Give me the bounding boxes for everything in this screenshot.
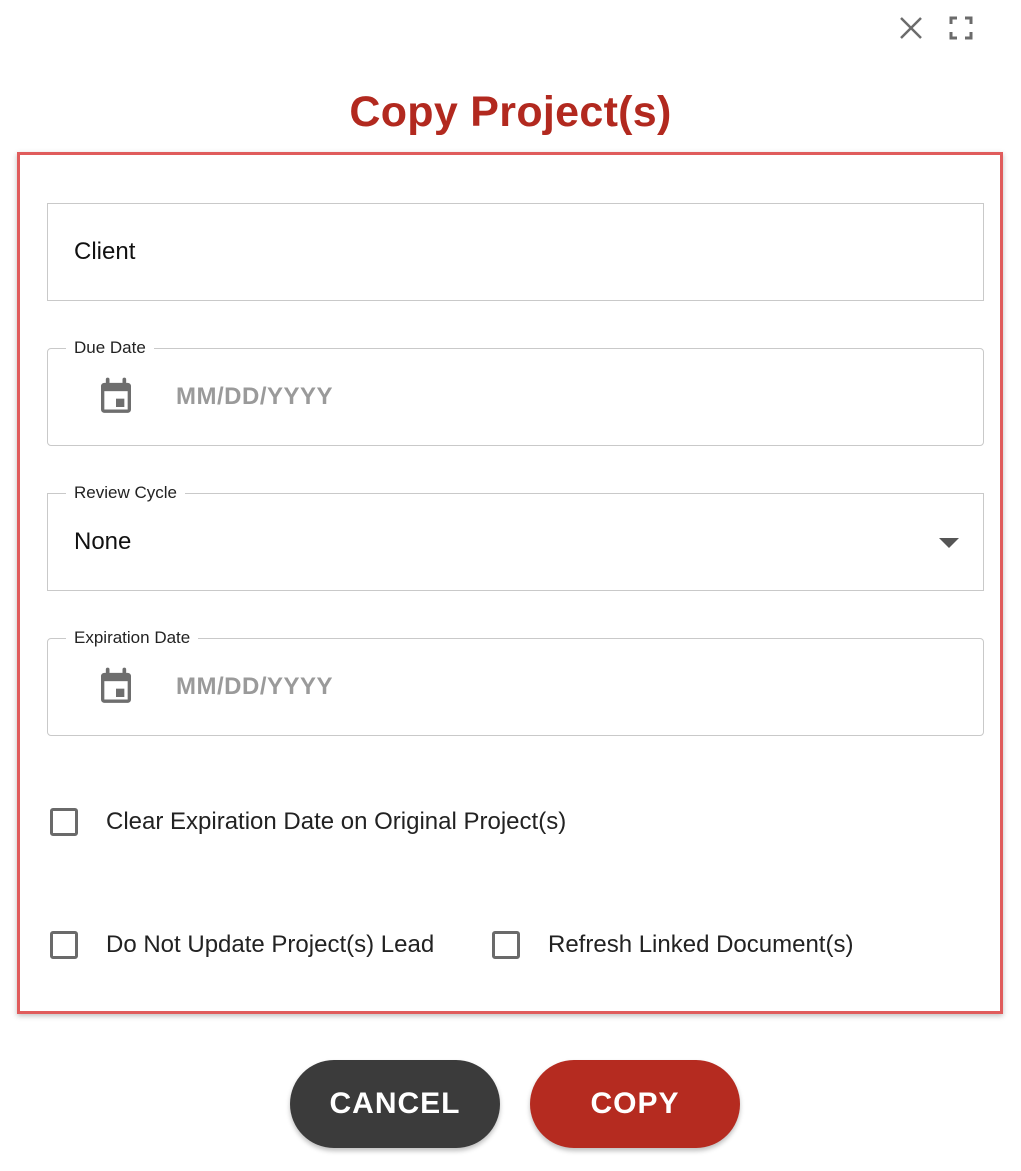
review-cycle-value: None [74, 528, 132, 555]
chevron-down-icon[interactable] [939, 538, 959, 548]
calendar-icon[interactable] [96, 377, 136, 417]
clear-expiration-label: Clear Expiration Date on Original Projec… [106, 808, 567, 835]
copy-button[interactable]: COPY [530, 1060, 740, 1148]
do-not-update-lead-label: Do Not Update Project(s) Lead [106, 931, 435, 958]
due-date-field[interactable]: Due Date [47, 338, 984, 446]
close-icon [900, 17, 922, 39]
fullscreen-icon [949, 16, 973, 40]
do-not-update-lead-checkbox[interactable] [50, 931, 78, 959]
refresh-linked-checkbox[interactable] [492, 931, 520, 959]
clear-expiration-checkbox[interactable] [50, 808, 78, 836]
refresh-linked-option[interactable]: Refresh Linked Document(s) [492, 931, 853, 959]
client-field[interactable]: Client [47, 203, 984, 301]
expiration-date-input[interactable] [176, 639, 576, 735]
due-date-label: Due Date [66, 338, 154, 358]
do-not-update-lead-option[interactable]: Do Not Update Project(s) Lead [50, 931, 434, 959]
cancel-button[interactable]: CANCEL [290, 1060, 500, 1148]
fullscreen-button[interactable] [947, 14, 975, 42]
clear-expiration-option[interactable]: Clear Expiration Date on Original Projec… [50, 808, 566, 836]
expiration-date-field[interactable]: Expiration Date [47, 628, 984, 736]
refresh-linked-label: Refresh Linked Document(s) [548, 931, 854, 958]
close-button[interactable] [897, 14, 925, 42]
calendar-icon[interactable] [96, 667, 136, 707]
client-field-value: Client [74, 238, 136, 265]
review-cycle-select[interactable]: Review Cycle None [47, 483, 984, 591]
copy-project-form: Client Due Date Review Cycle None Expira… [17, 152, 1003, 1014]
window-actions [897, 14, 975, 42]
dialog-title: Copy Project(s) [349, 88, 672, 136]
due-date-input[interactable] [176, 349, 576, 445]
